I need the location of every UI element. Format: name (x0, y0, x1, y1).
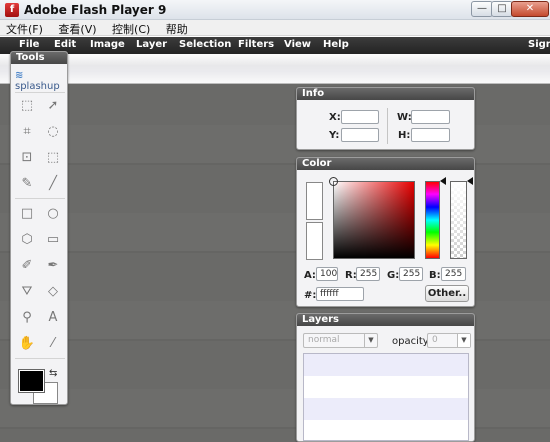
blend-mode-select[interactable]: normal ▼ (303, 333, 378, 348)
minimize-button[interactable]: — (471, 1, 493, 17)
splashup-logo: ≋ splashup (15, 70, 60, 92)
menu-control[interactable]: 控制(C) (106, 20, 156, 38)
info-panel: Info X: Y: W: H: (296, 87, 475, 150)
options-toolbar (0, 54, 550, 84)
x-label: X: (329, 112, 341, 123)
color-panel: Color A: 100 R: 255 G: 255 B: 255 #: fff… (296, 157, 475, 307)
layers-panel-title: Layers (297, 314, 474, 326)
blue-label: B: (429, 270, 441, 281)
opacity-label: opacity: (392, 336, 432, 347)
list-item[interactable] (304, 354, 468, 376)
app-menu-filters[interactable]: Filters (238, 39, 274, 50)
app-menu-layer[interactable]: Layer (136, 39, 167, 50)
alpha-slider-handle[interactable] (467, 177, 473, 185)
polygon-icon[interactable]: ⬡ (17, 230, 37, 250)
alpha-input[interactable]: 100 (316, 267, 338, 281)
transform-icon[interactable]: ⊡ (17, 148, 37, 168)
divider (387, 108, 388, 144)
window-titlebar: f Adobe Flash Player 9 — □ ✕ (0, 0, 550, 20)
divider (15, 358, 65, 359)
text-icon[interactable]: A (43, 308, 63, 328)
menu-view[interactable]: 查看(V) (52, 20, 102, 38)
fill-bucket-icon[interactable]: ⛛ (17, 282, 37, 302)
y-field (341, 128, 379, 142)
hue-slider[interactable] (425, 181, 440, 259)
marquee-rect-icon[interactable]: ⬚ (17, 96, 37, 116)
w-label: W: (397, 112, 412, 123)
blue-input[interactable]: 255 (441, 267, 466, 281)
divider (15, 198, 65, 199)
window-title: Adobe Flash Player 9 (24, 3, 167, 17)
hex-input[interactable]: ffffff (316, 287, 364, 301)
y-label: Y: (329, 130, 340, 141)
list-item[interactable] (304, 398, 468, 420)
eraser-icon[interactable]: ◇ (43, 282, 63, 302)
layers-panel: Layers normal ▼ opacity: 0 ▼ (296, 313, 475, 442)
red-label: R: (345, 270, 357, 281)
logo-text: splashup (15, 81, 60, 92)
menu-file[interactable]: 文件(F) (0, 20, 49, 38)
marquee-ellipse-icon[interactable]: ⬚ (43, 148, 63, 168)
swap-colors-icon[interactable]: ⇆ (49, 368, 57, 379)
picker-cursor-icon[interactable] (329, 177, 338, 186)
w-field (411, 110, 450, 124)
maximize-button[interactable]: □ (491, 1, 513, 17)
other-color-button[interactable]: Other.. (425, 285, 469, 302)
brush-icon[interactable]: ✐ (17, 256, 37, 276)
list-item[interactable] (304, 420, 468, 442)
foreground-color-swatch[interactable] (18, 369, 45, 393)
green-input[interactable]: 255 (399, 267, 423, 281)
alpha-label: A: (304, 270, 316, 281)
hand-icon[interactable]: ✋ (17, 334, 37, 354)
layer-list[interactable] (303, 353, 469, 441)
hue-slider-handle[interactable] (440, 177, 446, 185)
app-menu-selection[interactable]: Selection (179, 39, 231, 50)
menu-help[interactable]: 帮助 (160, 20, 194, 38)
app-menu-view[interactable]: View (284, 39, 311, 50)
crop-icon[interactable]: ⌗ (17, 122, 37, 142)
color-panel-title: Color (297, 158, 474, 170)
opacity-select[interactable]: 0 ▼ (427, 333, 471, 348)
app-menu-help[interactable]: Help (323, 39, 349, 50)
app-menu-edit[interactable]: Edit (54, 39, 76, 50)
current-color-swatch[interactable] (306, 182, 323, 220)
rect-shape-icon[interactable]: □ (17, 204, 37, 224)
hex-label: #: (304, 290, 317, 301)
app-menu-file[interactable]: File (19, 39, 39, 50)
flash-app-icon: f (5, 3, 19, 17)
dropper-icon[interactable]: ⚲ (17, 308, 37, 328)
list-item[interactable] (304, 376, 468, 398)
pencil-icon[interactable]: ✎ (17, 174, 37, 194)
green-label: G: (387, 270, 400, 281)
chevron-down-icon: ▼ (364, 334, 377, 347)
ellipse-shape-icon[interactable]: ○ (43, 204, 63, 224)
os-menubar: 文件(F) 查看(V) 控制(C) 帮助 (0, 20, 550, 36)
info-panel-title: Info (297, 88, 474, 100)
x-field (341, 110, 379, 124)
rounded-rect-icon[interactable]: ▭ (43, 230, 63, 250)
saturation-value-picker[interactable] (333, 181, 415, 259)
chevron-down-icon: ▼ (457, 334, 470, 347)
eyedropper-icon[interactable]: ⁄ (43, 334, 63, 354)
tools-panel-title: Tools (11, 52, 67, 64)
h-field (411, 128, 450, 142)
opacity-value: 0 (432, 335, 438, 345)
app-menubar: File Edit Image Layer Selection Filters … (0, 37, 550, 54)
lasso-icon[interactable]: ◌ (43, 122, 63, 142)
previous-color-swatch[interactable] (306, 222, 323, 260)
smudge-icon[interactable]: ✒ (43, 256, 63, 276)
red-input[interactable]: 255 (356, 267, 380, 281)
pointer-icon[interactable]: ➚ (43, 96, 63, 116)
blend-mode-value: normal (308, 335, 340, 345)
close-button[interactable]: ✕ (511, 1, 549, 17)
tools-panel: Tools ≋ splashup ⬚ ➚ ⌗ ◌ ⊡ ⬚ ✎ ╱ □ ○ ⬡ ▭ ✐ ✒ ⛛ ◇ ⚲ A ✋ ⁄ ⇆ (10, 51, 68, 405)
line-icon[interactable]: ╱ (43, 174, 63, 194)
alpha-slider[interactable] (450, 181, 467, 259)
divider (15, 92, 65, 93)
app-menu-sign[interactable]: Sign (528, 39, 550, 50)
app-menu-image[interactable]: Image (90, 39, 125, 50)
h-label: H: (398, 130, 411, 141)
